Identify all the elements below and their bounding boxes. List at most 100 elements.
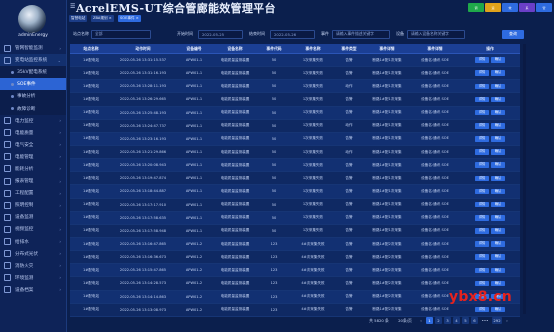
page-number[interactable]: 5: [462, 317, 469, 324]
sidebar-item[interactable]: 分布式光伏 ›: [0, 248, 66, 260]
confirm-button[interactable]: 确认: [491, 228, 505, 234]
page-number[interactable]: 3: [444, 317, 451, 324]
detail-button[interactable]: 详情: [475, 57, 489, 63]
page-number[interactable]: 1: [426, 317, 433, 324]
sidebar-item[interactable]: 环境监测 ›: [0, 272, 66, 284]
table-cell: 1#配电站: [70, 224, 112, 238]
detail-button[interactable]: 详情: [475, 280, 489, 287]
page-size-select[interactable]: 20条/页: [394, 317, 416, 324]
detail-button[interactable]: 详情: [475, 254, 489, 260]
confirm-button[interactable]: 确认: [491, 136, 505, 142]
sidebar-item[interactable]: 电气安全 ›: [0, 139, 66, 151]
detail-button[interactable]: 详情: [475, 70, 489, 76]
detail-button[interactable]: 详情: [475, 215, 489, 221]
table-cell: 1次采集失败: [292, 158, 334, 173]
confirm-button[interactable]: 确认: [491, 123, 505, 129]
sidebar-item[interactable]: SOE事件: [0, 78, 66, 91]
sidebar-item[interactable]: 电能管理 ›: [0, 151, 66, 163]
sidebar-item[interactable]: 事故分析: [0, 90, 66, 103]
tab-item[interactable]: ZBA规划 ×: [91, 15, 114, 22]
header-button[interactable]: 运: [485, 3, 501, 12]
start-date-input[interactable]: 2022-05-25: [198, 29, 243, 39]
sidebar-item[interactable]: 照明控制 ›: [0, 199, 66, 211]
detail-button[interactable]: 详情: [475, 267, 489, 274]
confirm-button[interactable]: 确认: [491, 267, 505, 274]
confirm-button[interactable]: 确认: [491, 96, 505, 103]
confirm-button[interactable]: 确认: [491, 70, 505, 76]
detail-button[interactable]: 详情: [475, 96, 489, 103]
detail-button[interactable]: 详情: [475, 123, 489, 129]
header-button[interactable]: 系: [519, 3, 535, 12]
table-cell: APW01-1: [174, 198, 214, 212]
table-cell: 50: [256, 92, 292, 107]
sidebar-item[interactable]: 设备档案 ›: [0, 284, 66, 296]
header-button[interactable]: 调: [468, 3, 484, 12]
sidebar-item[interactable]: 35kV配电系统: [0, 66, 66, 79]
sidebar-item[interactable]: 电能质量 ›: [0, 127, 66, 139]
next-page-icon[interactable]: ›: [504, 317, 510, 324]
confirm-button[interactable]: 确认: [491, 215, 505, 221]
confirm-button[interactable]: 确认: [491, 149, 505, 155]
detail-button[interactable]: 详情: [475, 83, 489, 90]
page-number[interactable]: 2: [435, 317, 442, 324]
detail-button[interactable]: 详情: [475, 188, 489, 195]
table-cell: 1#配电站: [70, 66, 112, 81]
nav-item-icon: [11, 107, 14, 111]
confirm-button[interactable]: 确认: [491, 201, 505, 208]
detail-button[interactable]: 详情: [475, 241, 489, 247]
confirm-button[interactable]: 确认: [491, 306, 505, 313]
sidebar-item[interactable]: 故障诊断: [0, 102, 66, 115]
sidebar-item[interactable]: 能耗分析 ›: [0, 163, 66, 175]
page-number[interactable]: 6: [471, 317, 478, 324]
detail-button[interactable]: 详情: [475, 201, 489, 208]
confirm-button[interactable]: 确认: [491, 188, 505, 195]
last-page[interactable]: 292: [492, 317, 502, 324]
header-button[interactable]: 管: [536, 3, 552, 12]
confirm-button[interactable]: 确认: [491, 162, 505, 168]
query-button[interactable]: 查询: [502, 29, 524, 39]
nav-item-icon: [4, 44, 11, 52]
sidebar-item[interactable]: 设备监测 ›: [0, 211, 66, 223]
detail-button[interactable]: 详情: [475, 149, 489, 155]
confirm-button[interactable]: 确认: [491, 280, 505, 287]
sidebar-item[interactable]: 视频监控 ›: [0, 223, 66, 235]
sidebar-item[interactable]: 报表管理 ›: [0, 175, 66, 187]
detail-button[interactable]: 详情: [475, 228, 489, 234]
device-search-input[interactable]: 请输入设备名称关键字: [407, 29, 465, 39]
sidebar-item[interactable]: 消防火灾 ›: [0, 260, 66, 272]
tab-item[interactable]: SOE事件 ×: [118, 15, 141, 22]
detail-button[interactable]: 详情: [475, 162, 489, 168]
confirm-button[interactable]: 确认: [491, 57, 505, 63]
sidebar-item[interactable]: 电力监控 ›: [0, 115, 66, 127]
prev-page-icon[interactable]: ‹: [418, 317, 424, 324]
avatar[interactable]: [18, 5, 46, 33]
menu-icon[interactable]: ☰: [70, 3, 75, 10]
detail-button[interactable]: 详情: [475, 306, 489, 313]
action-cell: 详情 确认: [460, 53, 520, 68]
sidebar-item[interactable]: 给排水 ›: [0, 236, 66, 248]
page-number[interactable]: 4: [453, 317, 460, 324]
table-cell: 设备名:通讯 SOE: [410, 224, 460, 238]
confirm-button[interactable]: 确认: [491, 109, 505, 116]
confirm-button[interactable]: 确认: [491, 254, 505, 260]
sidebar-item[interactable]: 变电站监控系统 ⌄: [0, 54, 66, 67]
table-cell: 4#次采集失败: [292, 250, 334, 265]
confirm-button[interactable]: 确认: [491, 175, 505, 182]
sidebar-item-label: 电力监控: [15, 118, 34, 124]
detail-button[interactable]: 详情: [475, 136, 489, 142]
station-select[interactable]: 全部: [91, 29, 151, 39]
confirm-button[interactable]: 确认: [491, 83, 505, 90]
sidebar-nav: 管网智能监测 › 变电站监控系统 ⌄ 35kV配电系统 SOE事件 事故分析 故障诊断 电力监控…: [0, 42, 66, 296]
detail-button[interactable]: 详情: [475, 175, 489, 182]
sidebar-item[interactable]: 管网智能监测 ›: [0, 42, 66, 54]
end-date-input[interactable]: 2022-05-26: [270, 29, 315, 39]
nav-item-icon: [4, 262, 11, 270]
detail-button[interactable]: 详情: [475, 109, 489, 116]
event-search-input[interactable]: 请输入事件描述关键字: [332, 29, 390, 39]
table-scrollbar[interactable]: [523, 44, 526, 314]
sidebar-item[interactable]: 工程配置 ›: [0, 187, 66, 199]
table-cell: 50: [256, 184, 292, 199]
confirm-button[interactable]: 确认: [491, 241, 505, 247]
tab-item[interactable]: 智慧电站: [69, 15, 88, 22]
header-button[interactable]: 效: [502, 3, 518, 12]
